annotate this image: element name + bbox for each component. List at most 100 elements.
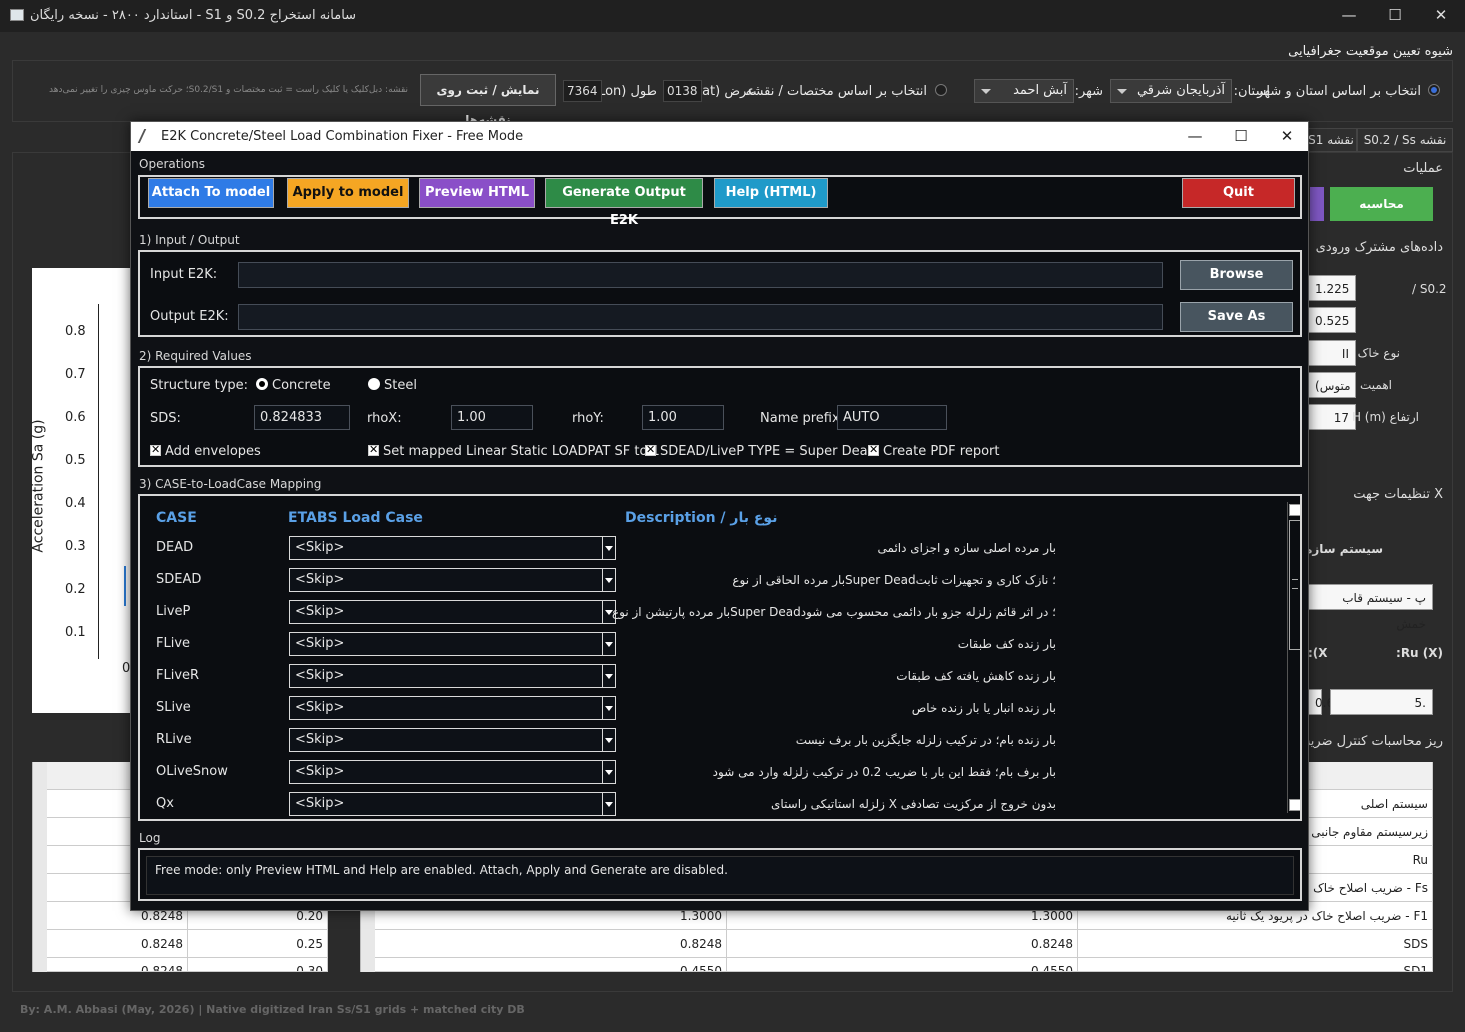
output-e2k-field[interactable] xyxy=(238,304,1163,330)
tab-s02-map[interactable]: S0.2 / Ss نقشه xyxy=(1357,128,1453,152)
map-hint: نقشه: دبل‌کلیک یا کلیک راست = ثبت مختصات… xyxy=(48,85,408,95)
case-name: DEAD xyxy=(156,540,194,555)
city-value: آبش احمد xyxy=(1013,83,1067,98)
footer-credit: By: A.M. Abbasi (May, 2026) | Native dig… xyxy=(20,1003,525,1016)
calculate-button[interactable]: محاسبه xyxy=(1330,187,1433,221)
add-envelopes-checkbox[interactable]: Add envelopes xyxy=(150,443,261,459)
chart-tick: 0.1 xyxy=(65,625,86,640)
province-value: آذربایجان شرقي xyxy=(1136,83,1225,98)
steel-radio[interactable]: Steel xyxy=(368,378,417,393)
height-input[interactable]: 17 xyxy=(1308,404,1356,430)
city-select[interactable]: آبش احمد xyxy=(974,79,1074,103)
map-show-button[interactable]: نمایش / ثبت روی نقشه‌ها xyxy=(420,74,556,127)
by-coords-label: انتخاب بر اساس مختصات / نقشه xyxy=(745,84,927,99)
table-cell: 0.4550 xyxy=(727,958,1078,972)
by-coords-radio[interactable] xyxy=(935,84,947,96)
etabs-loadcase-select[interactable]: <Skip> xyxy=(289,696,616,720)
ru-x-input[interactable]: 5. xyxy=(1330,689,1433,715)
s02-input[interactable]: 1.225 xyxy=(1308,275,1356,301)
chevron-down-icon[interactable] xyxy=(602,761,615,783)
etabs-loadcase-select[interactable]: <Skip> xyxy=(289,632,616,656)
preview-html-button[interactable]: Preview HTML xyxy=(419,178,535,208)
rhoy-input[interactable]: 1.00 xyxy=(642,405,724,430)
province-select[interactable]: آذربایجان شرقي xyxy=(1110,79,1232,103)
browse-button[interactable]: Browse xyxy=(1180,260,1293,290)
attach-to-model-button[interactable]: Attach To model xyxy=(148,178,274,208)
etabs-loadcase-select[interactable]: <Skip> xyxy=(289,760,616,784)
apply-to-model-button[interactable]: Apply to model xyxy=(287,178,409,208)
small-input[interactable]: 0.6 xyxy=(1308,689,1334,715)
chevron-down-icon[interactable] xyxy=(602,569,615,591)
checkbox-checked-icon xyxy=(868,443,879,456)
operations-label: Operations xyxy=(139,157,205,171)
lon-input[interactable]: 7364 xyxy=(563,80,602,102)
bg-close-button[interactable]: ✕ xyxy=(1418,0,1464,32)
structure-system-select[interactable]: پ - سیستم قاب خمش xyxy=(1308,584,1433,631)
lat-input[interactable]: 0138 xyxy=(663,80,702,102)
input-e2k-field[interactable] xyxy=(238,262,1163,288)
col-etabs-header: ETABS Load Case xyxy=(288,510,423,526)
name-prefix-input[interactable]: AUTO xyxy=(837,405,947,430)
feather-icon xyxy=(137,129,155,143)
etabs-loadcase-select[interactable]: <Skip> xyxy=(289,536,616,560)
case-name: FLive xyxy=(156,636,191,651)
generate-output-e2k-button[interactable]: Generate Output E2K xyxy=(545,178,703,228)
case-description: بار مرده اصلی سازه و اجزای دائمی xyxy=(877,541,1057,555)
sds-input[interactable]: 0.824833 xyxy=(254,405,350,430)
sdead-type-label: SDEAD/LiveP TYPE = Super Dead xyxy=(660,444,876,459)
scroll-down-icon[interactable] xyxy=(1289,799,1300,811)
save-as-button[interactable]: Save As xyxy=(1180,302,1293,332)
col-desc-header: Description / نوع بار xyxy=(625,510,778,526)
s1-input[interactable]: 0.525 xyxy=(1308,307,1356,333)
steel-label: Steel xyxy=(384,378,417,393)
etabs-loadcase-select[interactable]: <Skip> xyxy=(289,664,616,688)
etabs-loadcase-select[interactable]: <Skip> xyxy=(289,728,616,752)
sds-label: SDS: xyxy=(150,411,181,426)
s02-label: S0.2 / xyxy=(1412,282,1447,296)
tab-s1-map[interactable]: S1 نقشه xyxy=(1305,128,1357,152)
bg-maximize-button[interactable]: ☐ xyxy=(1372,0,1418,32)
table-scrollbar[interactable] xyxy=(32,762,47,972)
case-name: OLiveSnow xyxy=(156,764,228,779)
sdead-type-checkbox[interactable]: SDEAD/LiveP TYPE = Super Dead xyxy=(645,443,876,459)
concrete-radio[interactable]: Concrete xyxy=(256,378,331,393)
case-name: SDEAD xyxy=(156,572,202,587)
chart-tick: 0.3 xyxy=(65,539,86,554)
province-label: استان: xyxy=(1233,84,1270,99)
chevron-down-icon[interactable] xyxy=(602,537,615,559)
etabs-loadcase-select[interactable]: <Skip> xyxy=(289,792,616,816)
quit-button[interactable]: Quit xyxy=(1182,178,1295,208)
dialog-close-button[interactable]: ✕ xyxy=(1264,122,1310,151)
etabs-loadcase-value: <Skip> xyxy=(295,604,345,619)
bg-purple-button[interactable] xyxy=(1310,187,1324,221)
soil-select[interactable]: II xyxy=(1308,340,1356,366)
chevron-down-icon[interactable] xyxy=(602,665,615,687)
chevron-down-icon[interactable] xyxy=(602,633,615,655)
chevron-down-icon[interactable] xyxy=(602,729,615,751)
importance-select[interactable]: (متوس xyxy=(1308,372,1356,398)
scroll-thumb[interactable] xyxy=(1289,520,1300,650)
chart-tick: 0.2 xyxy=(65,582,86,597)
scroll-up-icon[interactable] xyxy=(1289,504,1300,516)
chevron-down-icon[interactable] xyxy=(602,793,615,815)
city-label: شهر: xyxy=(1074,84,1103,99)
set-mapped-sf-checkbox[interactable]: Set mapped Linear Static LOADPAT SF to 1 xyxy=(368,443,660,459)
mapping-scrollbar[interactable] xyxy=(1287,502,1300,813)
concrete-label: Concrete xyxy=(272,378,331,393)
table-row-label: SDS xyxy=(1078,930,1433,958)
case-description: بار زنده انبار یا بار زنده خاص xyxy=(911,701,1056,715)
create-pdf-label: Create PDF report xyxy=(883,444,1000,459)
rhox-input[interactable]: 1.00 xyxy=(451,405,533,430)
etabs-loadcase-select[interactable]: <Skip> xyxy=(289,600,616,624)
io-section-label: 1) Input / Output xyxy=(139,233,240,247)
chart-y-axis xyxy=(98,304,99,659)
chevron-down-icon[interactable] xyxy=(602,697,615,719)
create-pdf-checkbox[interactable]: Create PDF report xyxy=(868,443,1000,459)
dialog-minimize-button[interactable]: — xyxy=(1172,122,1218,151)
operations-group: Attach To model Apply to model Preview H… xyxy=(138,175,1302,228)
bg-minimize-button[interactable]: — xyxy=(1326,0,1372,32)
etabs-loadcase-select[interactable]: <Skip> xyxy=(289,568,616,592)
dialog-maximize-button[interactable]: ☐ xyxy=(1218,122,1264,151)
help-html-button[interactable]: Help (HTML) xyxy=(714,178,828,208)
by-city-radio[interactable] xyxy=(1428,84,1440,96)
